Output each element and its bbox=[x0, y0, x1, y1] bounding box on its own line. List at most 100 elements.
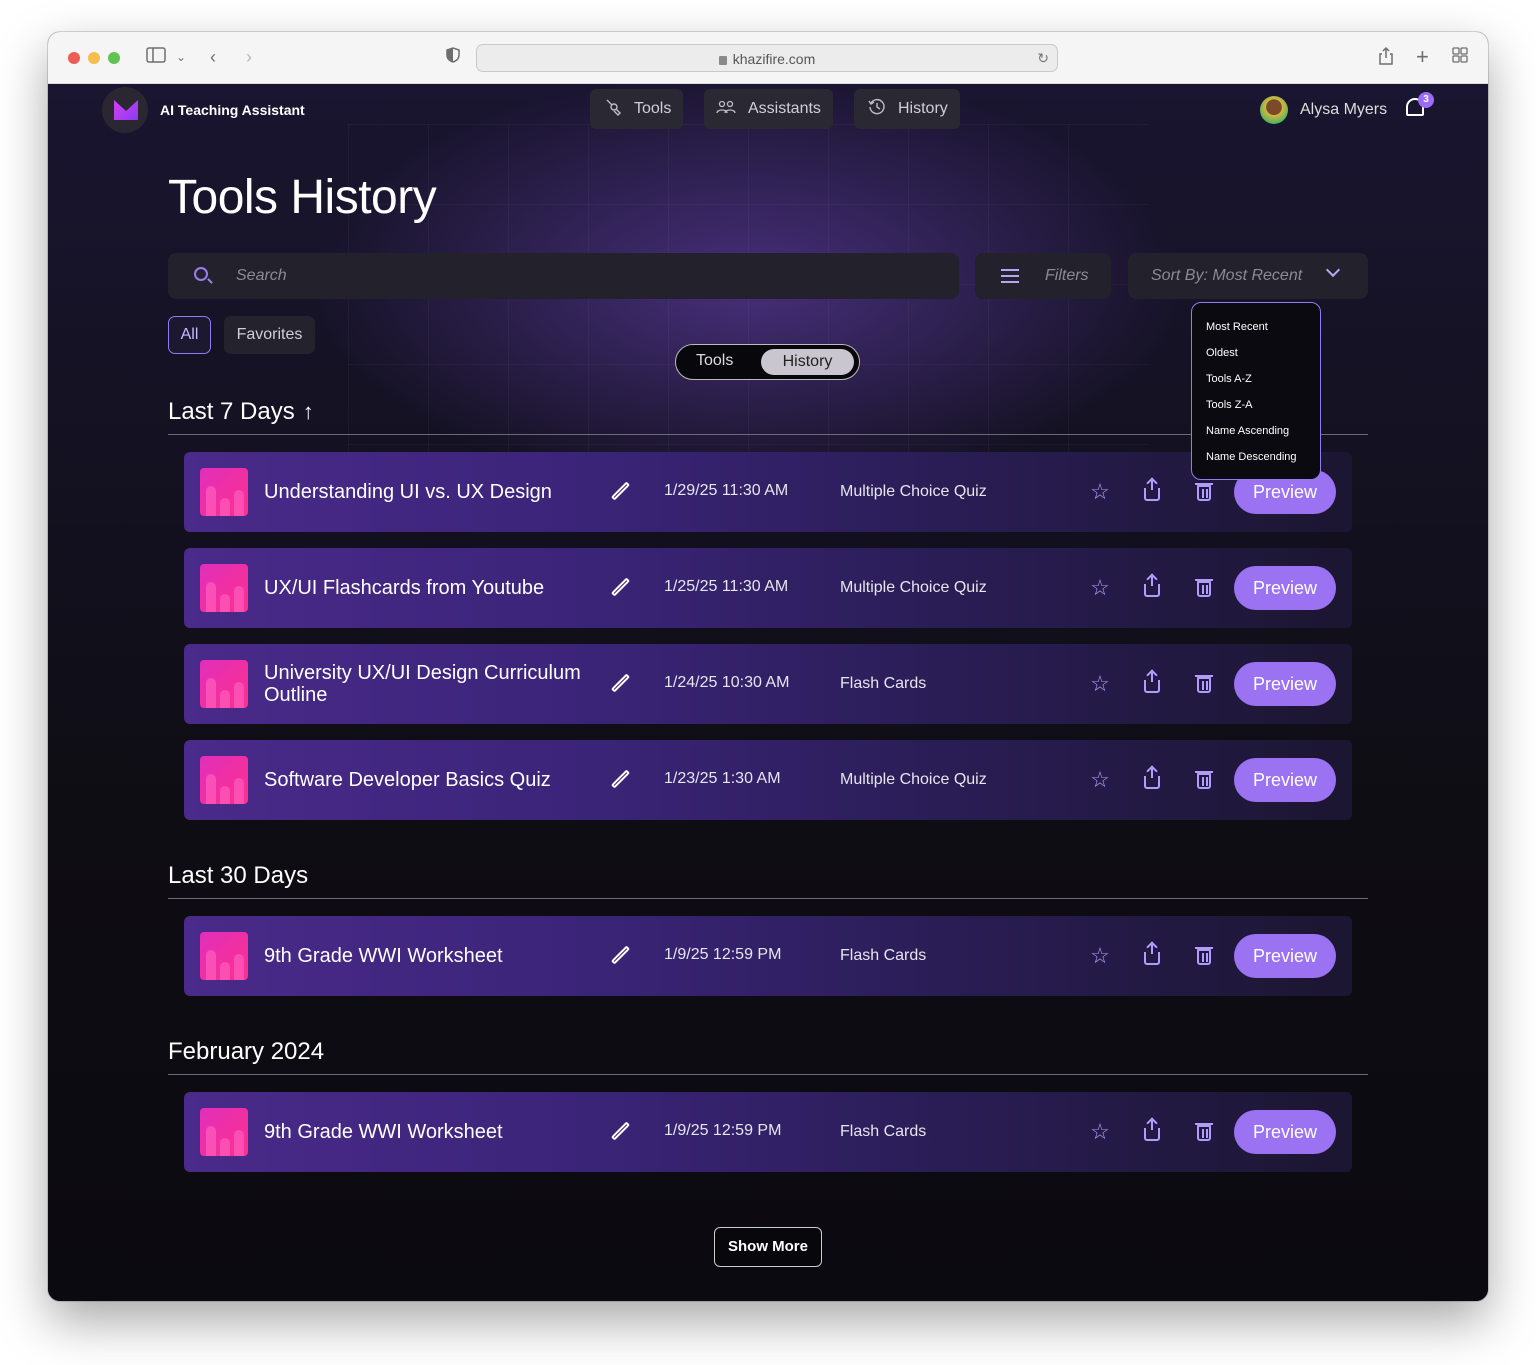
chevron-down-icon bbox=[1325, 262, 1341, 278]
sort-dropdown[interactable]: Sort By: Most Recent bbox=[1128, 253, 1368, 299]
nav-tools-button[interactable]: Tools bbox=[590, 89, 684, 129]
trash-icon[interactable] bbox=[1192, 1120, 1216, 1144]
nav-history-label: History bbox=[898, 100, 948, 117]
preview-button[interactable]: Preview bbox=[1234, 1110, 1336, 1154]
history-row: 9th Grade WWI Worksheet 1/9/25 12:59 PM … bbox=[184, 1092, 1352, 1172]
sort-option-tools-z-a[interactable]: Tools Z-A bbox=[1206, 395, 1320, 421]
search-bar[interactable] bbox=[168, 253, 959, 299]
section-divider bbox=[168, 434, 1368, 435]
sidebar-toggle-icon[interactable] bbox=[146, 46, 166, 68]
share-icon[interactable] bbox=[1140, 766, 1164, 792]
maximize-window-button[interactable] bbox=[108, 52, 120, 64]
row-title: Understanding UI vs. UX Design bbox=[264, 481, 552, 503]
nav-history-button[interactable]: History bbox=[854, 89, 960, 129]
share-icon[interactable] bbox=[1140, 1118, 1164, 1144]
history-row: 9th Grade WWI Worksheet 1/9/25 12:59 PM … bbox=[184, 916, 1352, 996]
history-row: UX/UI Flashcards from Youtube 1/25/25 11… bbox=[184, 548, 1352, 628]
row-date: 1/29/25 11:30 AM bbox=[664, 482, 789, 499]
history-icon bbox=[866, 97, 888, 122]
notifications-bell-icon[interactable]: 3 bbox=[1404, 92, 1434, 122]
star-icon[interactable]: ☆ bbox=[1088, 1120, 1112, 1144]
trash-icon[interactable] bbox=[1192, 480, 1216, 504]
back-icon[interactable]: ‹ bbox=[210, 46, 216, 68]
browser-toolbar: ⌄ ‹ › khazifire.com ↻ + bbox=[48, 32, 1488, 84]
notification-count-badge: 3 bbox=[1418, 92, 1434, 108]
address-bar[interactable]: khazifire.com ↻ bbox=[476, 44, 1058, 72]
app-logo[interactable] bbox=[102, 87, 148, 133]
chevron-down-icon[interactable]: ⌄ bbox=[176, 46, 186, 68]
sort-option-tools-a-z[interactable]: Tools A-Z bbox=[1206, 369, 1320, 395]
share-icon[interactable] bbox=[1140, 478, 1164, 504]
share-icon[interactable] bbox=[1140, 574, 1164, 600]
sort-label: Sort By: Most Recent bbox=[1151, 267, 1303, 284]
trash-icon[interactable] bbox=[1192, 944, 1216, 968]
tab-all[interactable]: All bbox=[168, 316, 211, 354]
search-icon bbox=[194, 267, 208, 281]
logo-m-icon bbox=[114, 100, 138, 120]
tool-thumbnail bbox=[200, 564, 248, 612]
browser-window: ⌄ ‹ › khazifire.com ↻ + AI Teaching Assi… bbox=[48, 32, 1488, 1301]
new-tab-icon[interactable]: + bbox=[1416, 46, 1429, 68]
row-type: Flash Cards bbox=[840, 947, 927, 964]
share-icon[interactable] bbox=[1378, 46, 1394, 68]
star-icon[interactable]: ☆ bbox=[1088, 480, 1112, 504]
nav-assistants-label: Assistants bbox=[748, 100, 821, 117]
tools-history-toggle[interactable]: Tools History bbox=[675, 344, 860, 380]
row-date: 1/23/25 1:30 AM bbox=[664, 770, 781, 787]
toggle-tools[interactable]: Tools bbox=[696, 352, 733, 370]
tab-favorites[interactable]: Favorites bbox=[224, 316, 315, 354]
url-text: khazifire.com bbox=[732, 51, 816, 67]
tool-thumbnail bbox=[200, 756, 248, 804]
star-icon[interactable]: ☆ bbox=[1088, 944, 1112, 968]
sort-option-name-descending[interactable]: Name Descending bbox=[1206, 447, 1320, 473]
trash-icon[interactable] bbox=[1192, 576, 1216, 600]
app-name: AI Teaching Assistant bbox=[160, 102, 305, 118]
sliders-icon bbox=[1001, 267, 1019, 285]
user-menu[interactable]: Alysa Myers bbox=[1260, 96, 1387, 124]
people-icon bbox=[716, 99, 738, 120]
arrow-up-icon[interactable]: ↑ bbox=[303, 399, 314, 425]
row-title: 9th Grade WWI Worksheet bbox=[264, 1121, 503, 1143]
show-more-button[interactable]: Show More bbox=[714, 1227, 822, 1267]
pencil-icon[interactable] bbox=[609, 481, 631, 504]
star-icon[interactable]: ☆ bbox=[1088, 768, 1112, 792]
pencil-icon[interactable] bbox=[609, 577, 631, 600]
star-icon[interactable]: ☆ bbox=[1088, 672, 1112, 696]
preview-button[interactable]: Preview bbox=[1234, 934, 1336, 978]
share-icon[interactable] bbox=[1140, 942, 1164, 968]
sort-option-name-ascending[interactable]: Name Ascending bbox=[1206, 421, 1320, 447]
row-date: 1/9/25 12:59 PM bbox=[664, 1122, 782, 1139]
sort-option-oldest[interactable]: Oldest bbox=[1206, 343, 1320, 369]
toggle-history[interactable]: History bbox=[761, 349, 854, 375]
preview-button[interactable]: Preview bbox=[1234, 758, 1336, 802]
section-title-february-2024: February 2024 bbox=[168, 1038, 325, 1065]
trash-icon[interactable] bbox=[1192, 768, 1216, 792]
trash-icon[interactable] bbox=[1192, 672, 1216, 696]
minimize-window-button[interactable] bbox=[88, 52, 100, 64]
filters-button[interactable]: Filters bbox=[975, 253, 1111, 299]
pencil-icon[interactable] bbox=[609, 945, 631, 968]
pencil-icon[interactable] bbox=[609, 769, 631, 792]
privacy-shield-icon[interactable] bbox=[446, 46, 460, 68]
nav-assistants-button[interactable]: Assistants bbox=[704, 89, 833, 129]
tab-overview-icon[interactable] bbox=[1452, 46, 1468, 68]
row-type: Multiple Choice Quiz bbox=[840, 771, 987, 788]
sort-options-menu: Most Recent Oldest Tools A-Z Tools Z-A N… bbox=[1191, 302, 1321, 480]
preview-button[interactable]: Preview bbox=[1234, 662, 1336, 706]
close-window-button[interactable] bbox=[68, 52, 80, 64]
search-input[interactable] bbox=[236, 265, 836, 287]
history-row: University UX/UI Design Curriculum Outli… bbox=[184, 644, 1352, 724]
reload-icon[interactable]: ↻ bbox=[1037, 50, 1049, 67]
share-icon[interactable] bbox=[1140, 670, 1164, 696]
pencil-icon[interactable] bbox=[609, 673, 631, 696]
tool-thumbnail bbox=[200, 468, 248, 516]
pencil-icon[interactable] bbox=[609, 1121, 631, 1144]
star-icon[interactable]: ☆ bbox=[1088, 576, 1112, 600]
row-date: 1/25/25 11:30 AM bbox=[664, 578, 789, 595]
avatar[interactable] bbox=[1260, 96, 1288, 124]
forward-icon[interactable]: › bbox=[246, 46, 252, 68]
preview-button[interactable]: Preview bbox=[1234, 566, 1336, 610]
tool-thumbnail bbox=[200, 1108, 248, 1156]
sort-option-most-recent[interactable]: Most Recent bbox=[1206, 317, 1320, 343]
tool-thumbnail bbox=[200, 660, 248, 708]
